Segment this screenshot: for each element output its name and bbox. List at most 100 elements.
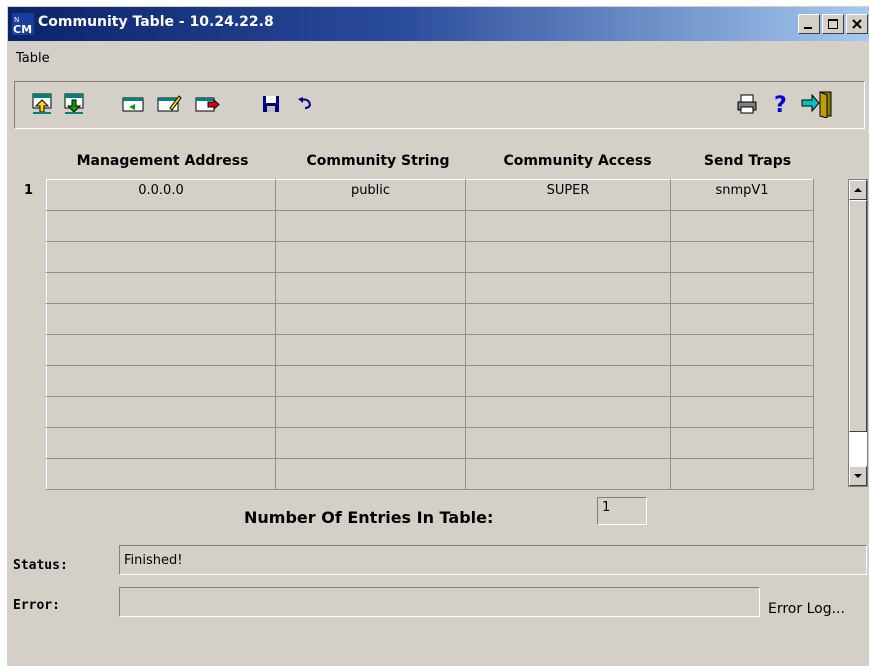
download-table-icon	[64, 93, 84, 114]
table-cell[interactable]	[275, 241, 466, 273]
toolbar: ?	[14, 81, 865, 129]
table-cell[interactable]	[275, 458, 466, 490]
table-row[interactable]	[46, 303, 814, 335]
status-field: Finished!	[119, 545, 867, 575]
table-cell[interactable]	[275, 210, 466, 242]
status-label: Status:	[13, 558, 68, 573]
add-row-button[interactable]	[119, 90, 147, 118]
table-cell[interactable]	[465, 303, 671, 335]
scroll-up-button[interactable]	[849, 180, 867, 200]
minimize-button[interactable]	[798, 14, 820, 34]
help-button[interactable]: ?	[767, 90, 795, 118]
table-cell[interactable]	[465, 241, 671, 273]
title-bar[interactable]: N CM Community Table - 10.24.22.8	[8, 7, 869, 41]
table-cell[interactable]	[46, 210, 276, 242]
cell-community-string[interactable]: public	[275, 179, 466, 211]
arrow-up-icon	[854, 188, 862, 192]
table-cell[interactable]	[670, 427, 814, 459]
scroll-thumb[interactable]	[849, 200, 867, 432]
maximize-button[interactable]	[822, 14, 844, 34]
table-cell[interactable]	[275, 396, 466, 428]
table-cell[interactable]	[670, 334, 814, 366]
menu-bar: Table	[8, 41, 869, 71]
delete-row-icon	[195, 97, 220, 112]
edit-row-icon	[157, 95, 182, 112]
community-table: 0.0.0.0 public SUPER snmpV1	[46, 179, 814, 490]
table-cell[interactable]	[670, 241, 814, 273]
error-field	[119, 587, 760, 617]
table-row[interactable]	[46, 210, 814, 242]
upload-table-button[interactable]	[29, 90, 57, 118]
save-button[interactable]	[257, 90, 285, 118]
table-cell[interactable]	[465, 272, 671, 304]
table-row[interactable]	[46, 241, 814, 273]
table-cell[interactable]	[46, 241, 276, 273]
exit-button[interactable]	[799, 90, 835, 118]
error-log-button[interactable]: Error Log...	[768, 601, 845, 617]
table-cell[interactable]	[275, 427, 466, 459]
edit-row-button[interactable]	[155, 90, 183, 118]
table-cell[interactable]	[46, 334, 276, 366]
print-button[interactable]	[733, 90, 761, 118]
table-cell[interactable]	[670, 396, 814, 428]
table-cell[interactable]	[465, 210, 671, 242]
table-cell[interactable]	[670, 303, 814, 335]
close-icon	[852, 19, 862, 29]
table-cell[interactable]	[465, 365, 671, 397]
cell-community-access[interactable]: SUPER	[465, 179, 671, 211]
table-cell[interactable]	[46, 427, 276, 459]
table-row[interactable]	[46, 458, 814, 490]
help-icon: ?	[774, 93, 787, 116]
table-scrollbar[interactable]	[848, 179, 868, 487]
close-button[interactable]	[846, 14, 868, 34]
column-header-community-access[interactable]: Community Access	[475, 153, 680, 169]
maximize-icon	[828, 19, 838, 29]
table-cell[interactable]	[275, 303, 466, 335]
menu-table[interactable]: Table	[16, 51, 50, 66]
entries-count-label: Number Of Entries In Table:	[244, 508, 494, 527]
scroll-down-button[interactable]	[849, 466, 867, 486]
table-row[interactable]	[46, 396, 814, 428]
download-table-button[interactable]	[61, 90, 89, 118]
table-cell[interactable]	[670, 272, 814, 304]
cell-send-traps[interactable]: snmpV1	[670, 179, 814, 211]
table-row[interactable]	[46, 365, 814, 397]
svg-text:CM: CM	[13, 23, 32, 35]
print-icon	[737, 94, 757, 114]
table-cell[interactable]	[275, 272, 466, 304]
undo-button[interactable]	[291, 90, 319, 118]
table-cell[interactable]	[465, 396, 671, 428]
entries-count-field: 1	[597, 497, 647, 525]
undo-icon	[298, 97, 312, 109]
minimize-icon	[804, 27, 812, 29]
table-cell[interactable]	[670, 458, 814, 490]
table-cell[interactable]	[465, 427, 671, 459]
save-icon	[263, 96, 279, 112]
row-number: 1	[24, 183, 34, 198]
table-cell[interactable]	[670, 210, 814, 242]
table-cell[interactable]	[275, 334, 466, 366]
table-cell[interactable]	[46, 396, 276, 428]
community-table-window: N CM Community Table - 10.24.22.8 Table	[7, 6, 869, 666]
table-row[interactable]	[46, 427, 814, 459]
table-row[interactable]	[46, 334, 814, 366]
table-cell[interactable]	[46, 365, 276, 397]
table-cell[interactable]	[465, 458, 671, 490]
table-cell[interactable]	[275, 365, 466, 397]
svg-text:?: ?	[774, 93, 787, 116]
table-cell[interactable]	[46, 272, 276, 304]
upload-table-icon	[32, 93, 52, 114]
cell-management-address[interactable]: 0.0.0.0	[46, 179, 276, 211]
table-cell[interactable]	[46, 303, 276, 335]
exit-icon	[801, 91, 832, 118]
column-header-community-string[interactable]: Community String	[283, 153, 473, 169]
table-cell[interactable]	[670, 365, 814, 397]
table-row[interactable]: 0.0.0.0 public SUPER snmpV1	[46, 179, 814, 211]
delete-row-button[interactable]	[193, 90, 221, 118]
arrow-down-icon	[854, 474, 862, 478]
column-header-send-traps[interactable]: Send Traps	[676, 153, 819, 169]
column-header-management-address[interactable]: Management Address	[52, 153, 273, 169]
table-row[interactable]	[46, 272, 814, 304]
table-cell[interactable]	[465, 334, 671, 366]
table-cell[interactable]	[46, 458, 276, 490]
